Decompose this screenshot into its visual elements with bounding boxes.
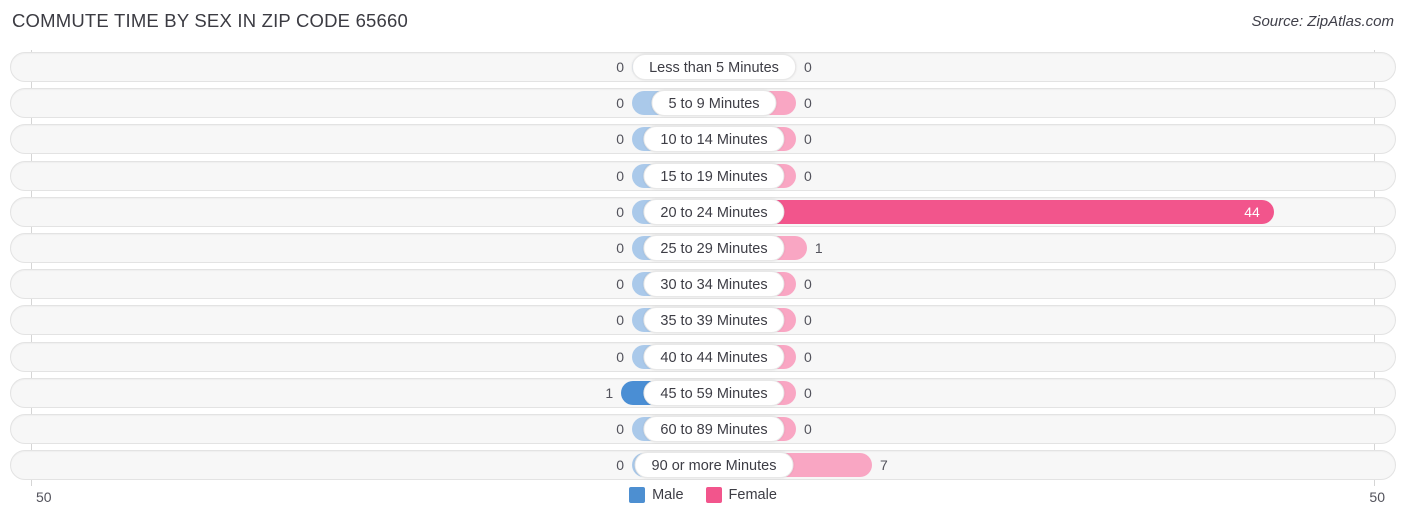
chart-row: 0 0 Less than 5 Minutes bbox=[10, 52, 1396, 82]
chart-legend: Male Female bbox=[0, 487, 1406, 503]
category-label: 15 to 19 Minutes bbox=[643, 162, 785, 189]
female-value-label: 0 bbox=[804, 421, 812, 437]
chart-row: 0 0 15 to 19 Minutes bbox=[10, 160, 1396, 191]
male-color-swatch bbox=[629, 487, 646, 503]
male-value-label: 0 bbox=[616, 95, 624, 112]
female-value-label: 0 bbox=[804, 131, 812, 148]
male-value-label: 1 bbox=[605, 384, 614, 401]
page-title: COMMUTE TIME BY SEX IN ZIP CODE 65660 bbox=[12, 10, 409, 31]
category-label: 45 to 59 Minutes bbox=[643, 379, 785, 406]
legend-label: Female bbox=[728, 487, 777, 503]
chart-row: 0 0 35 to 39 Minutes bbox=[10, 305, 1396, 336]
chart-row: 0 44 20 to 24 Minutes bbox=[10, 196, 1396, 227]
category-label: Less than 5 Minutes bbox=[632, 54, 796, 80]
female-value-label: 0 bbox=[804, 95, 812, 112]
female-color-swatch bbox=[705, 487, 722, 503]
male-value-label: 0 bbox=[616, 167, 624, 184]
male-value-label: 0 bbox=[616, 203, 624, 220]
category-label: 30 to 34 Minutes bbox=[643, 271, 785, 298]
female-value-label: 7 bbox=[880, 457, 888, 474]
legend-label: Male bbox=[652, 487, 684, 503]
chart-row: 0 0 60 to 89 Minutes bbox=[10, 414, 1396, 444]
chart-row: 0 1 25 to 29 Minutes bbox=[10, 233, 1396, 263]
category-label: 35 to 39 Minutes bbox=[643, 307, 785, 334]
plot-area: 0 0 Less than 5 Minutes 0 0 5 to 9 Minutes 0 0 1… bbox=[0, 50, 1406, 486]
category-label: 5 to 9 Minutes bbox=[651, 90, 777, 117]
female-value-label: 0 bbox=[804, 276, 812, 293]
legend-item[interactable]: Male bbox=[629, 487, 684, 503]
male-value-label: 0 bbox=[616, 240, 624, 256]
male-value-label: 0 bbox=[616, 348, 624, 365]
category-label: 60 to 89 Minutes bbox=[643, 416, 785, 442]
chart-row: 1 0 45 to 59 Minutes bbox=[10, 377, 1396, 408]
female-value-label: 0 bbox=[804, 384, 812, 401]
chart-row: 0 0 10 to 14 Minutes bbox=[10, 124, 1396, 155]
category-label: 20 to 24 Minutes bbox=[643, 198, 785, 225]
male-value-label: 0 bbox=[616, 276, 624, 293]
male-value-label: 0 bbox=[616, 131, 624, 148]
commute-time-bar-chart: COMMUTE TIME BY SEX IN ZIP CODE 65660 So… bbox=[0, 0, 1406, 523]
source-attribution: Source: ZipAtlas.com bbox=[1251, 13, 1394, 30]
male-value-label: 0 bbox=[616, 421, 624, 437]
category-label: 25 to 29 Minutes bbox=[643, 235, 785, 261]
female-value-label: 1 bbox=[814, 240, 823, 256]
legend-item[interactable]: Female bbox=[705, 487, 777, 503]
female-value-label: 44 bbox=[1244, 203, 1260, 220]
chart-row: 0 0 30 to 34 Minutes bbox=[10, 269, 1396, 300]
female-value-label: 0 bbox=[804, 312, 812, 329]
male-value-label: 0 bbox=[616, 457, 624, 474]
male-value-label: 0 bbox=[616, 59, 624, 75]
chart-row: 0 7 90 or more Minutes bbox=[10, 450, 1396, 481]
category-label: 40 to 44 Minutes bbox=[643, 343, 785, 370]
chart-row: 0 0 40 to 44 Minutes bbox=[10, 341, 1396, 372]
female-value-label: 0 bbox=[804, 167, 812, 184]
male-value-label: 0 bbox=[616, 312, 624, 329]
category-label: 10 to 14 Minutes bbox=[643, 126, 785, 153]
female-value-label: 0 bbox=[804, 59, 812, 75]
female-value-label: 0 bbox=[804, 348, 812, 365]
chart-row: 0 0 5 to 9 Minutes bbox=[10, 88, 1396, 119]
category-label: 90 or more Minutes bbox=[634, 452, 794, 479]
